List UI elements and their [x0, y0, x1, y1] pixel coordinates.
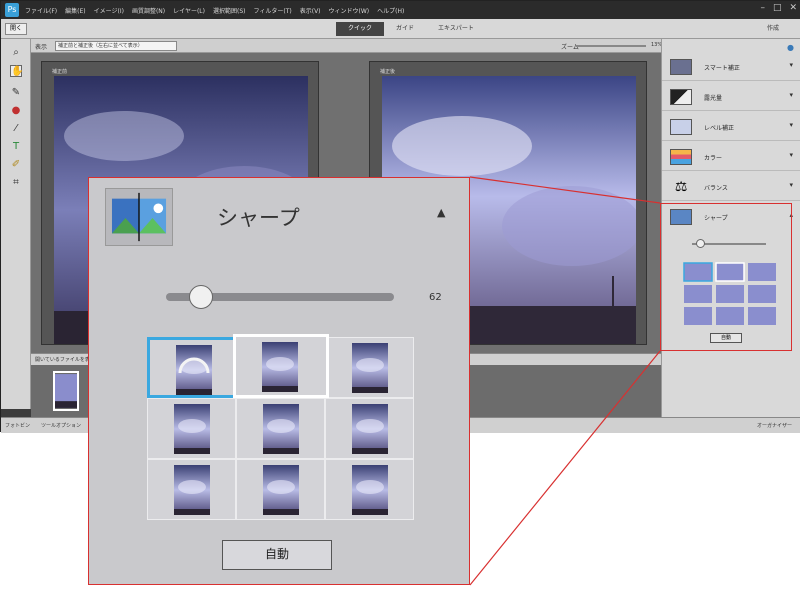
photo-bin-label[interactable]: 開いているファイルを表示	[35, 356, 95, 363]
before-label: 補正前	[52, 69, 68, 75]
panel-item-label: 露光量	[704, 95, 723, 102]
menu-file[interactable]: ファイル(F)	[25, 6, 57, 15]
sharpen-icon	[105, 188, 173, 246]
create-button[interactable]: 作成	[767, 23, 779, 32]
open-button[interactable]: 開く	[5, 23, 27, 35]
zoom-slider[interactable]	[576, 45, 646, 47]
sharpen-variations-grid	[147, 334, 415, 521]
variation-thumbnail	[174, 465, 210, 515]
menu-image[interactable]: イメージ(I)	[94, 6, 124, 15]
panel-item-label: レベル補正	[704, 125, 735, 132]
variation-thumbnail	[263, 404, 299, 454]
chevron-down-icon: ▾	[789, 121, 793, 129]
menu-help[interactable]: ヘルプ(H)	[377, 6, 404, 15]
panel-item-label: バランス	[704, 185, 728, 192]
sharpen-variation-6[interactable]	[325, 398, 414, 459]
menu-edit[interactable]: 編集(E)	[65, 6, 85, 15]
variation-thumbnail	[352, 404, 388, 454]
variation-thumbnail	[262, 342, 298, 392]
view-select[interactable]: 補正前と補正後（左右に並べて表示）	[55, 41, 177, 51]
screenshot: Ps ファイル(F) 編集(E) イメージ(I) 画質調整(N) レイヤー(L)…	[0, 0, 800, 600]
chevron-down-icon: ▾	[789, 151, 793, 159]
window-controls: – □ ✕	[760, 3, 797, 13]
menu-select[interactable]: 選択範囲(S)	[213, 6, 246, 15]
spot-healing-tool-icon[interactable]: ✐	[10, 159, 22, 171]
crop-tool-icon[interactable]: ⌗	[10, 177, 22, 189]
sharpen-variation-3[interactable]	[325, 337, 414, 398]
tool-panel: ⌕ ✋ ✎ ● ⁄ T ✐ ⌗	[1, 39, 31, 409]
sharpen-variation-9[interactable]	[325, 459, 414, 520]
variation-thumbnail	[352, 343, 388, 393]
variation-thumbnail	[352, 465, 388, 515]
panel-item-label: カラー	[704, 155, 723, 162]
photo-bin-thumbnail[interactable]	[53, 371, 79, 411]
zoom-tool-icon[interactable]: ⌕	[10, 47, 22, 59]
mode-bar: 開く クイック ガイド エキスパート 作成	[1, 19, 800, 39]
panel-item-color[interactable]: カラー ▾	[662, 143, 800, 171]
panel-item-balance[interactable]: ⚖ バランス ▾	[662, 173, 800, 201]
organizer-button[interactable]: オーガナイザー	[757, 422, 792, 429]
sharpen-callout: シャープ ▲ 62 自動	[88, 177, 470, 585]
auto-button[interactable]: 自動	[222, 540, 332, 570]
chevron-down-icon: ▾	[789, 61, 793, 69]
help-icon[interactable]: ●	[787, 43, 794, 52]
panel-item-levels[interactable]: レベル補正 ▾	[662, 113, 800, 141]
sharpen-value: 62	[429, 292, 442, 303]
view-label: 表示	[35, 44, 48, 51]
sharpen-variation-5[interactable]	[236, 398, 325, 459]
sharpen-variation-7[interactable]	[147, 459, 236, 520]
collapse-caret-icon[interactable]: ▲	[437, 206, 445, 219]
menu-window[interactable]: ウィンドウ(W)	[329, 6, 370, 15]
menu-filter[interactable]: フィルター(T)	[254, 6, 292, 15]
red-eye-tool-icon[interactable]: ●	[10, 105, 22, 117]
tool-options-toggle[interactable]: ツールオプション	[41, 422, 81, 429]
levels-icon	[670, 119, 692, 135]
variation-thumbnail	[176, 345, 212, 395]
hand-tool-icon[interactable]: ✋	[10, 65, 23, 77]
close-icon[interactable]: ✕	[789, 3, 797, 13]
chevron-down-icon: ▾	[789, 181, 793, 189]
sharpen-title: シャープ	[217, 206, 300, 230]
chevron-down-icon: ▾	[789, 91, 793, 99]
minimize-icon[interactable]: –	[760, 3, 765, 13]
tab-quick[interactable]: クイック	[336, 22, 385, 36]
sharpen-variation-8[interactable]	[236, 459, 325, 520]
highlight-frame	[660, 203, 792, 351]
type-tool-icon[interactable]: T	[10, 141, 22, 153]
view-options-bar: 表示 補正前と補正後（左右に並べて表示） ズーム 13%	[31, 39, 662, 53]
exposure-icon	[670, 89, 692, 105]
panel-item-label: スマート補正	[704, 65, 740, 72]
panel-item-smart-fix[interactable]: スマート補正 ▾	[662, 53, 800, 81]
after-label: 補正後	[380, 69, 396, 75]
maximize-icon[interactable]: □	[773, 3, 782, 13]
tab-expert[interactable]: エキスパート	[426, 22, 486, 36]
mode-tabs: クイック ガイド エキスパート	[336, 22, 486, 36]
color-icon	[670, 149, 692, 165]
photo-bin-toggle[interactable]: フォトビン	[5, 422, 30, 429]
tab-guided[interactable]: ガイド	[384, 22, 426, 36]
menu-layer[interactable]: レイヤー(L)	[173, 6, 205, 15]
app-logo-icon: Ps	[5, 3, 19, 17]
sharpen-variation-1[interactable]	[147, 337, 236, 398]
menu-enhance[interactable]: 画質調整(N)	[132, 6, 165, 15]
panel-item-exposure[interactable]: 露光量 ▾	[662, 83, 800, 111]
menu-bar: Ps ファイル(F) 編集(E) イメージ(I) 画質調整(N) レイヤー(L)…	[1, 1, 800, 19]
variation-thumbnail	[174, 404, 210, 454]
quick-selection-tool-icon[interactable]: ✎	[10, 87, 22, 99]
sharpen-variation-4[interactable]	[147, 398, 236, 459]
whiten-teeth-tool-icon[interactable]: ⁄	[10, 123, 22, 135]
balance-icon: ⚖	[674, 179, 688, 195]
menu-view[interactable]: 表示(V)	[300, 6, 321, 15]
variation-thumbnail	[263, 465, 299, 515]
sharpen-slider-thumb[interactable]	[188, 285, 213, 309]
smart-fix-icon	[670, 59, 692, 75]
sharpen-variation-2[interactable]	[233, 334, 329, 398]
